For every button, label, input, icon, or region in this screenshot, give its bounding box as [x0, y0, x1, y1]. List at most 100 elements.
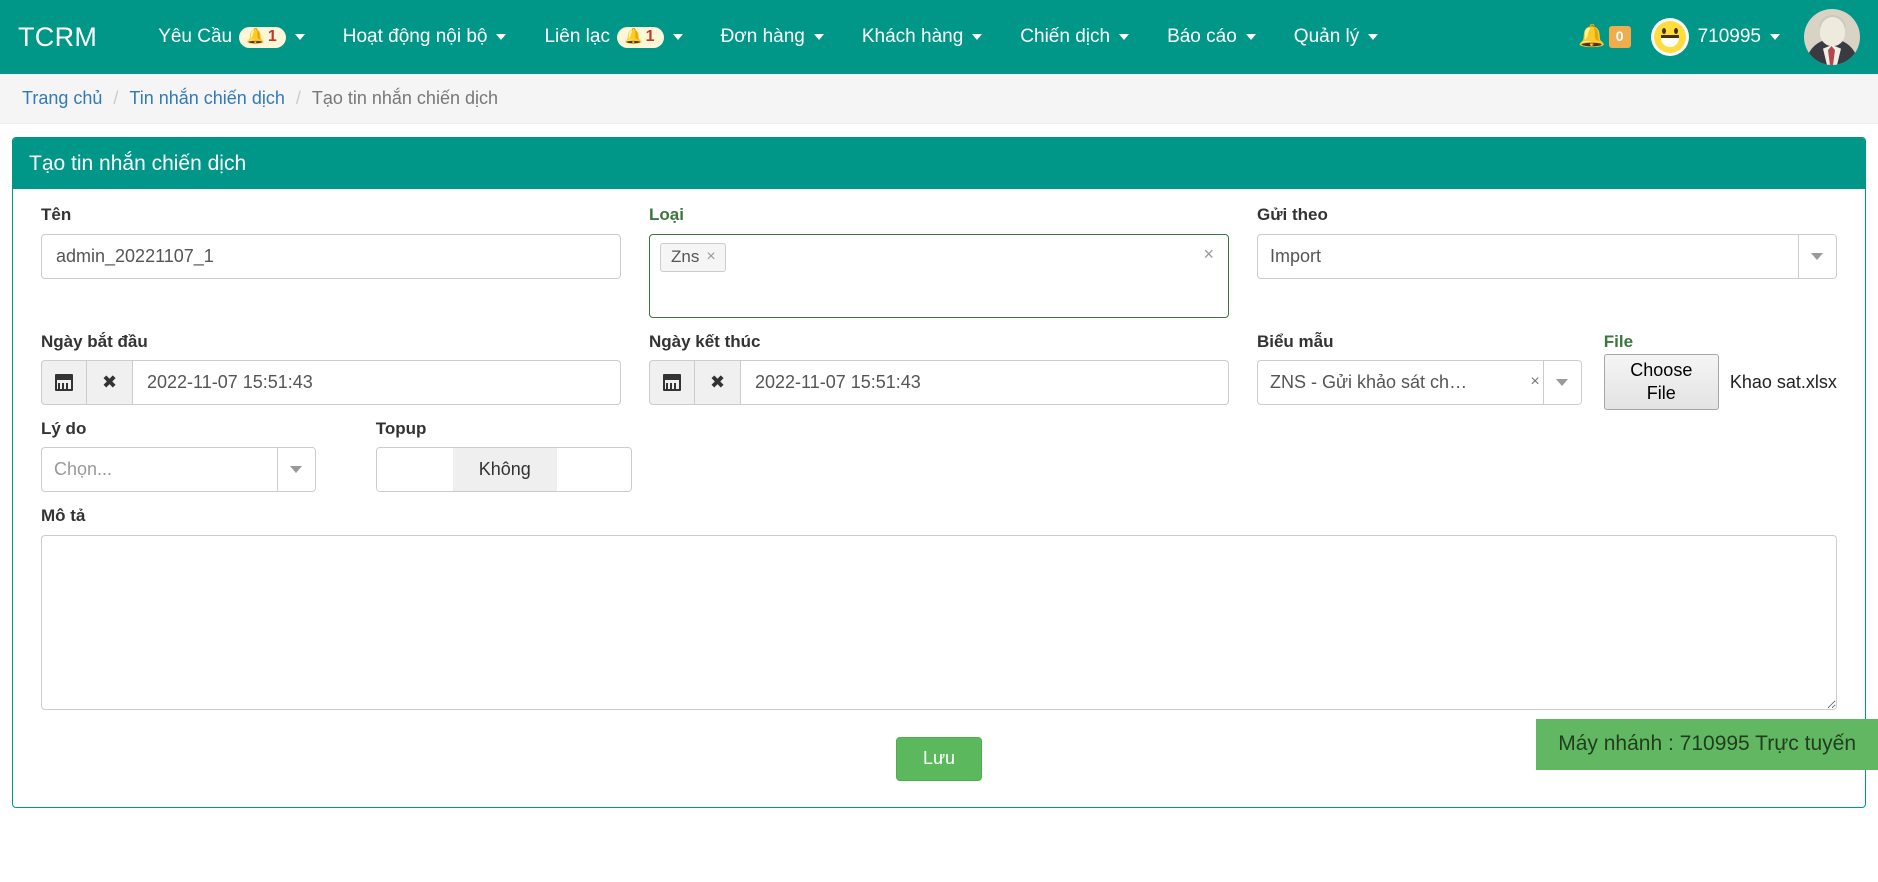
- chevron-down-icon: [1368, 34, 1379, 40]
- chevron-down-icon: [672, 34, 683, 40]
- type-clear-icon[interactable]: ×: [1203, 245, 1214, 263]
- start-date-group: ✖: [41, 359, 621, 405]
- choose-file-button[interactable]: Choose File: [1603, 354, 1719, 411]
- field-type: Loại Zns × ×: [635, 205, 1243, 318]
- end-date-input[interactable]: [740, 359, 1229, 405]
- nav-item-bao-cao[interactable]: Báo cáo: [1148, 0, 1275, 74]
- breadcrumb-current: Tạo tin nhắn chiến dịch: [311, 88, 498, 108]
- navbar-right: 🔔 0 710995: [1564, 0, 1860, 74]
- nav-menu: Yêu Cầu 🔔 1 Hoạt động nội bộ Liên lạc 🔔 …: [139, 0, 1564, 74]
- field-end-date: Ngày kết thúc ✖: [635, 332, 1243, 405]
- end-date-label: Ngày kết thúc: [648, 331, 761, 351]
- nav-item-label: Chiến dịch: [1020, 26, 1111, 47]
- notifications-button[interactable]: 🔔 0: [1564, 0, 1644, 74]
- breadcrumb-separator: /: [295, 88, 301, 108]
- calendar-icon: [662, 373, 681, 391]
- form-row-4: Mô tả: [27, 506, 1851, 714]
- chevron-down-icon: [1556, 378, 1569, 386]
- save-button[interactable]: Lưu: [895, 736, 983, 781]
- nav-item-label: Liên lạc: [544, 26, 610, 47]
- description-textarea[interactable]: [41, 534, 1837, 710]
- start-date-input[interactable]: [133, 359, 621, 405]
- nav-item-khach-hang[interactable]: Khách hàng: [843, 0, 1001, 74]
- reason-label: Lý do: [41, 418, 87, 438]
- template-select[interactable]: ZNS - Gửi khảo sát ch… ×: [1256, 359, 1582, 405]
- name-label: Tên: [41, 205, 72, 225]
- smiley-eye-left: [1661, 28, 1666, 34]
- start-date-label: Ngày bắt đầu: [41, 331, 148, 351]
- chevron-down-icon: [813, 34, 824, 40]
- end-date-group: ✖: [648, 359, 1229, 405]
- topup-label: Topup: [375, 418, 427, 438]
- status-toast: Máy nhánh : 710995 Trực tuyến: [1536, 718, 1878, 770]
- chevron-down-icon: [1770, 34, 1780, 40]
- reason-select[interactable]: Chọn...: [41, 447, 316, 493]
- breadcrumb-home[interactable]: Trang chủ: [22, 88, 102, 109]
- smiley-face: [1653, 21, 1686, 53]
- chevron-down-icon: [1119, 34, 1130, 40]
- file-label: File: [1603, 331, 1634, 351]
- user-name-label: 710995: [1697, 26, 1761, 47]
- end-date-clear-button[interactable]: ✖: [694, 359, 741, 405]
- type-tag[interactable]: Zns ×: [659, 242, 726, 272]
- name-input[interactable]: [41, 233, 621, 279]
- nav-item-label: Đơn hàng: [720, 26, 805, 47]
- topup-toggle-track-left: [376, 448, 453, 492]
- smiley-icon: [1650, 18, 1689, 56]
- field-reason: Lý do Chọn...: [27, 418, 330, 493]
- nav-item-label: Yêu Cầu: [158, 26, 233, 47]
- nav-item-quan-ly[interactable]: Quản lý: [1275, 0, 1397, 74]
- field-start-date: Ngày bắt đầu ✖: [27, 332, 635, 405]
- form-row-2: Ngày bắt đầu ✖ Ngày kết thúc: [27, 331, 1851, 411]
- chevron-down-icon: [496, 34, 507, 40]
- breadcrumb: Trang chủ / Tin nhắn chiến dịch / Tạo ti…: [0, 74, 1878, 124]
- top-navbar: TCRM Yêu Cầu 🔔 1 Hoạt động nội bộ Liên l…: [0, 0, 1878, 74]
- start-date-calendar-button[interactable]: [41, 359, 87, 405]
- type-multiselect[interactable]: Zns × ×: [648, 233, 1229, 318]
- template-label: Biểu mẫu: [1256, 331, 1334, 351]
- nav-badge-lien-lac: 🔔 1: [616, 26, 664, 48]
- form-row-3: Lý do Chọn... Topup Không: [27, 418, 1851, 493]
- template-clear-icon[interactable]: ×: [1526, 361, 1542, 404]
- file-name-label: Khao sat.xlsx: [1729, 371, 1837, 392]
- start-date-clear-button[interactable]: ✖: [87, 359, 133, 405]
- send-by-select[interactable]: Import: [1256, 233, 1837, 279]
- template-dropdown-arrow[interactable]: [1542, 360, 1581, 404]
- file-input-row: Choose File Khao sat.xlsx: [1603, 354, 1837, 411]
- nav-item-yeu-cau[interactable]: Yêu Cầu 🔔 1: [139, 0, 324, 74]
- reason-placeholder: Chọn...: [54, 459, 113, 480]
- nav-item-hoat-dong-noi-bo[interactable]: Hoạt động nội bộ: [324, 0, 526, 74]
- send-by-dropdown-arrow[interactable]: [1797, 234, 1836, 278]
- field-file: File Choose File Khao sat.xlsx: [1582, 331, 1837, 411]
- nav-item-label: Quản lý: [1293, 26, 1360, 47]
- type-tag-remove-icon[interactable]: ×: [706, 247, 715, 266]
- avatar[interactable]: [1804, 9, 1860, 65]
- nav-item-label: Khách hàng: [861, 26, 964, 47]
- template-value: ZNS - Gửi khảo sát ch…: [1269, 371, 1468, 392]
- reason-dropdown-arrow[interactable]: [276, 448, 315, 492]
- brand-logo[interactable]: TCRM: [14, 22, 97, 53]
- breadcrumb-section[interactable]: Tin nhắn chiến dịch: [129, 88, 284, 109]
- nav-badge-count: 1: [645, 27, 655, 45]
- breadcrumb-separator: /: [113, 88, 119, 108]
- nav-item-chien-dich[interactable]: Chiến dịch: [1001, 0, 1148, 74]
- chevron-down-icon: [294, 34, 305, 40]
- chevron-down-icon: [290, 466, 303, 474]
- panel-title: Tạo tin nhắn chiến dịch: [13, 138, 1865, 190]
- topup-toggle[interactable]: Không: [375, 447, 632, 493]
- nav-item-lien-lac[interactable]: Liên lạc 🔔 1: [525, 0, 701, 74]
- bell-icon: 🔔: [246, 28, 265, 45]
- send-by-value: Import: [1269, 245, 1321, 266]
- notification-bell-icon: 🔔: [1578, 23, 1606, 48]
- nav-item-don-hang[interactable]: Đơn hàng: [702, 0, 843, 74]
- field-send-by: Gửi theo Import: [1243, 205, 1851, 317]
- send-by-label: Gửi theo: [1256, 205, 1328, 225]
- form-body: Tên Loại Zns × × Gửi theo: [13, 189, 1865, 806]
- user-menu[interactable]: 710995: [1645, 0, 1790, 74]
- field-description: Mô tả: [27, 506, 1851, 714]
- smiley-mouth: [1660, 35, 1679, 47]
- field-topup: Topup Không: [330, 418, 877, 493]
- end-date-calendar-button[interactable]: [648, 359, 695, 405]
- chevron-down-icon: [1811, 252, 1824, 260]
- smiley-eye-right: [1673, 28, 1678, 34]
